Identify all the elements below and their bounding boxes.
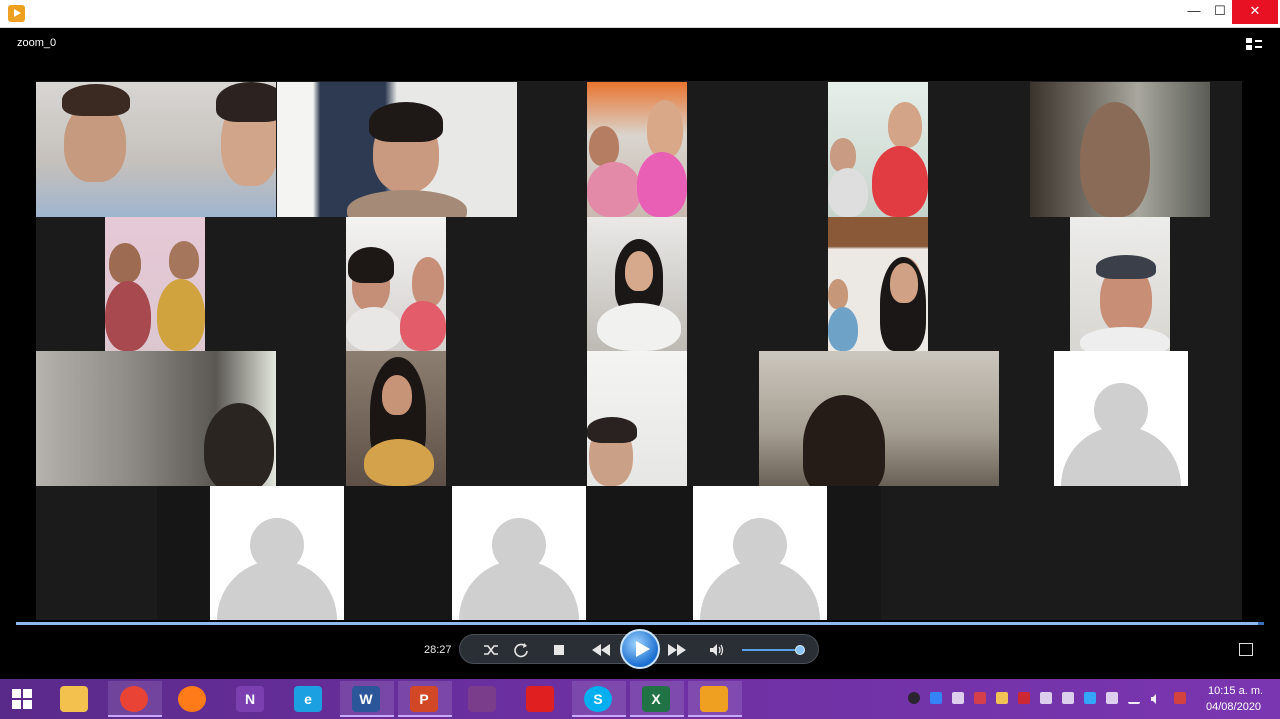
taskbar-media-player[interactable] [688, 681, 742, 717]
wifi-icon[interactable] [1128, 692, 1140, 704]
participant-video-tile [346, 217, 446, 351]
next-icon[interactable] [666, 641, 688, 659]
switch-to-library-icon[interactable] [1246, 37, 1262, 51]
seek-bar[interactable] [16, 622, 1264, 625]
participant-avatar-tile [693, 486, 827, 620]
excel-icon: X [642, 686, 670, 712]
volume-tray-icon[interactable] [1150, 692, 1162, 704]
participant-avatar-tile [1054, 351, 1188, 486]
file-title: zoom_0 [17, 37, 57, 49]
participant-video-tile [587, 351, 687, 486]
taskbar-skype[interactable]: S [572, 681, 626, 717]
taskbar-internet-explorer[interactable]: e [282, 681, 336, 717]
word-icon: W [352, 686, 380, 712]
acrobat-icon [526, 686, 554, 712]
previous-icon[interactable] [590, 641, 612, 659]
seek-progress [16, 622, 1258, 625]
taskbar-chrome[interactable] [108, 681, 162, 717]
participant-video-tile [828, 82, 928, 217]
zoom-tray-icon[interactable] [930, 692, 942, 704]
chrome-icon [120, 686, 148, 712]
windows-taskbar: Ne W P S X 10:15 a. m. 04/08/2020 [0, 679, 1280, 719]
tray-app-icon[interactable] [1106, 692, 1118, 704]
elapsed-time: 28:27 [424, 644, 452, 656]
clipboard-tray-icon[interactable] [952, 692, 964, 704]
start-button[interactable] [0, 679, 46, 719]
zoom-gallery-view [36, 81, 1242, 620]
stop-icon[interactable] [550, 641, 568, 659]
input-language-icon[interactable] [1174, 692, 1186, 704]
clock-time[interactable]: 10:15 a. m. [1208, 685, 1263, 697]
media-player-icon [700, 686, 728, 712]
volume-slider-thumb[interactable] [794, 645, 805, 655]
tray-app-icon[interactable] [1084, 692, 1096, 704]
participant-avatar-tile [452, 486, 586, 620]
tray-app-icon[interactable] [1062, 692, 1074, 704]
firefox-icon [178, 686, 206, 712]
participant-video-tile [277, 82, 517, 217]
window-title-bar: — ☐ ✕ [0, 0, 1280, 28]
winrar-icon [468, 686, 496, 712]
taskbar-onenote[interactable]: N [224, 681, 278, 717]
taskbar-winrar[interactable] [456, 681, 510, 717]
taskbar-powerpoint[interactable]: P [398, 681, 452, 717]
shuffle-icon[interactable] [482, 641, 500, 659]
close-button[interactable]: ✕ [1232, 0, 1278, 24]
taskbar-acrobat[interactable] [514, 681, 568, 717]
taskbar-word[interactable]: W [340, 681, 394, 717]
participant-video-tile [587, 217, 687, 351]
participant-video-tile [587, 82, 687, 217]
tray-app-icon[interactable] [908, 692, 920, 704]
antivirus-tray-icon[interactable] [1018, 692, 1030, 704]
volume-icon[interactable] [708, 641, 726, 659]
internet-explorer-icon: e [294, 686, 322, 712]
tray-app-icon[interactable] [996, 692, 1008, 704]
file-explorer-icon [60, 686, 88, 712]
participant-video-tile [346, 351, 446, 486]
fullscreen-icon[interactable] [1239, 643, 1253, 656]
participant-avatar-tile [210, 486, 344, 620]
tray-app-icon[interactable] [974, 692, 986, 704]
participant-video-tile [36, 82, 276, 217]
participant-video-tile [759, 351, 999, 486]
clock-date[interactable]: 04/08/2020 [1206, 701, 1261, 713]
participant-video-tile [105, 217, 205, 351]
media-player-app-icon [8, 5, 25, 22]
playback-controls [459, 629, 819, 669]
participant-video-tile [36, 351, 276, 486]
participant-video-tile [1070, 217, 1170, 351]
repeat-icon[interactable] [512, 641, 530, 659]
powerpoint-icon: P [410, 686, 438, 712]
participant-video-tile [1030, 82, 1210, 217]
play-button[interactable] [620, 629, 660, 669]
participant-video-tile [828, 217, 928, 351]
tray-app-icon[interactable] [1040, 692, 1052, 704]
taskbar-firefox[interactable] [166, 681, 220, 717]
skype-icon: S [584, 686, 612, 712]
onenote-icon: N [236, 686, 264, 712]
video-player[interactable]: zoom_0 28:27 [8, 28, 1272, 672]
volume-slider[interactable] [742, 645, 805, 655]
taskbar-file-explorer[interactable] [48, 681, 102, 717]
taskbar-excel[interactable]: X [630, 681, 684, 717]
